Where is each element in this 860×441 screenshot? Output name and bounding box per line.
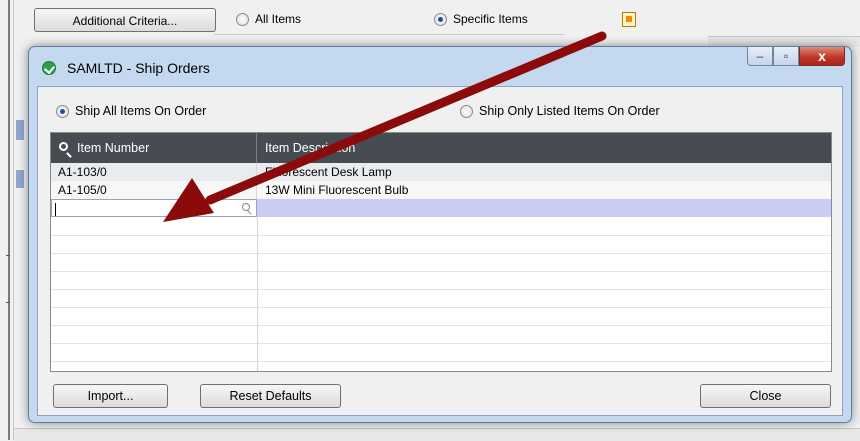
finder-search-icon[interactable]: [242, 203, 250, 211]
grid-line: [51, 235, 831, 236]
ship-all-label: Ship All Items On Order: [75, 104, 207, 118]
specific-items-label: Specific Items: [453, 12, 528, 26]
grid-line: [51, 289, 831, 290]
ship-all-radio[interactable]: [56, 104, 69, 118]
window-controls: – ▫ x: [747, 47, 845, 67]
dialog-body: Ship All Items On Order Ship Only Listed…: [37, 86, 843, 416]
ship-orders-dialog: SAMLTD - Ship Orders – ▫ x Ship All Item…: [28, 46, 852, 423]
item-number-cell[interactable]: A1-103/0: [51, 163, 257, 181]
app-check-icon: [42, 61, 56, 75]
table-row[interactable]: A1-103/0 Fluorescent Desk Lamp: [51, 163, 831, 181]
ship-listed-option[interactable]: Ship Only Listed Items On Order: [460, 104, 660, 118]
parent-left-border-inner: [13, 0, 14, 440]
parent-side-marker: [16, 170, 24, 188]
import-button[interactable]: Import...: [53, 384, 168, 408]
new-item-row[interactable]: [51, 199, 831, 217]
text-caret: [55, 203, 56, 216]
parent-side-marker: [16, 120, 24, 140]
all-items-radio-circle[interactable]: [236, 12, 249, 26]
parent-bottom-bar: [14, 428, 860, 441]
edit-list-icon[interactable]: [622, 12, 636, 27]
close-window-button[interactable]: x: [799, 47, 845, 66]
item-description-cell[interactable]: Fluorescent Desk Lamp: [257, 163, 831, 181]
item-number-cell[interactable]: A1-105/0: [51, 181, 257, 199]
item-description-cell[interactable]: 13W Mini Fluorescent Bulb: [257, 181, 831, 199]
additional-criteria-button[interactable]: Additional Criteria...: [34, 8, 216, 32]
dialog-titlebar[interactable]: SAMLTD - Ship Orders – ▫ x: [29, 47, 851, 87]
item-description-cell: [257, 199, 831, 217]
parent-divider: [214, 34, 564, 35]
items-grid: Item Number Item Description A1-103/0 Fl…: [50, 132, 832, 372]
grid-line: [51, 253, 831, 254]
all-items-label: All Items: [255, 12, 302, 26]
item-number-input[interactable]: [51, 199, 257, 217]
reset-defaults-button[interactable]: Reset Defaults: [200, 384, 341, 408]
column-header-item-description[interactable]: Item Description: [257, 133, 831, 163]
ship-all-option[interactable]: Ship All Items On Order: [56, 104, 206, 118]
column-divider: [257, 217, 258, 371]
grid-header: Item Number Item Description: [51, 133, 831, 163]
ship-listed-label: Ship Only Listed Items On Order: [479, 104, 660, 118]
grid-line: [51, 271, 831, 272]
parent-tick: [6, 255, 10, 256]
dialog-title: SAMLTD - Ship Orders: [67, 60, 210, 76]
search-icon[interactable]: [59, 142, 68, 151]
close-button[interactable]: Close: [700, 384, 831, 408]
parent-tick: [6, 302, 10, 303]
grid-line: [51, 307, 831, 308]
all-items-radio[interactable]: All Items: [236, 12, 301, 26]
column-header-item-number[interactable]: Item Number: [51, 133, 257, 163]
parent-left-border: [8, 0, 10, 440]
table-row[interactable]: A1-105/0 13W Mini Fluorescent Bulb: [51, 181, 831, 199]
grid-line: [51, 325, 831, 326]
minimize-button[interactable]: –: [747, 47, 773, 66]
grid-line: [51, 343, 831, 344]
maximize-button[interactable]: ▫: [773, 47, 799, 66]
column-header-label: Item Number: [77, 141, 150, 155]
specific-items-radio-circle[interactable]: [434, 12, 447, 26]
grid-line: [51, 361, 831, 362]
column-header-label: Item Description: [265, 141, 356, 155]
specific-items-radio[interactable]: Specific Items: [434, 12, 528, 26]
ship-listed-radio[interactable]: [460, 104, 473, 118]
